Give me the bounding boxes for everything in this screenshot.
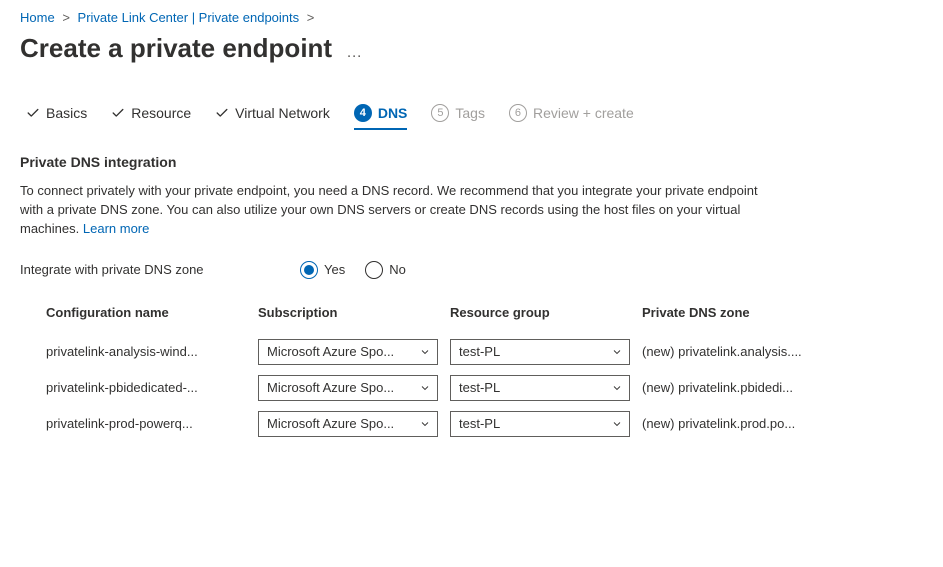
step-number-icon: 4: [354, 104, 372, 122]
dropdown-value: Microsoft Azure Spo...: [267, 380, 413, 395]
integrate-dns-label: Integrate with private DNS zone: [20, 262, 300, 277]
tab-label: Review + create: [533, 105, 634, 121]
dropdown-value: Microsoft Azure Spo...: [267, 416, 413, 431]
integrate-dns-radio-group: Yes No: [300, 261, 406, 279]
config-name-cell: privatelink-analysis-wind...: [46, 344, 246, 359]
tab-label: Basics: [46, 105, 87, 121]
section-description: To connect privately with your private e…: [20, 182, 780, 239]
col-private-dns-zone: Private DNS zone: [642, 305, 862, 320]
radio-yes[interactable]: Yes: [300, 261, 345, 279]
more-actions-button[interactable]: …: [346, 37, 362, 61]
dropdown-value: test-PL: [459, 344, 605, 359]
check-icon: [111, 106, 125, 120]
tab-label: DNS: [378, 105, 408, 121]
radio-icon: [300, 261, 318, 279]
integrate-dns-field: Integrate with private DNS zone Yes No: [20, 261, 923, 279]
private-dns-zone-cell: (new) privatelink.pbidedi...: [642, 380, 862, 395]
tab-tags[interactable]: 5 Tags: [431, 104, 485, 130]
chevron-right-icon: >: [307, 10, 315, 25]
subscription-dropdown[interactable]: Microsoft Azure Spo...: [258, 339, 438, 365]
check-icon: [26, 106, 40, 120]
resource-group-dropdown[interactable]: test-PL: [450, 339, 630, 365]
tab-virtual-network[interactable]: Virtual Network: [215, 105, 330, 129]
table-row: privatelink-prod-powerq... Microsoft Azu…: [46, 406, 923, 442]
chevron-down-icon: [611, 346, 623, 358]
step-number-icon: 6: [509, 104, 527, 122]
private-dns-zone-cell: (new) privatelink.prod.po...: [642, 416, 862, 431]
dropdown-value: test-PL: [459, 416, 605, 431]
breadcrumb-private-link-center[interactable]: Private Link Center | Private endpoints: [78, 10, 300, 25]
breadcrumb: Home > Private Link Center | Private end…: [20, 10, 923, 25]
breadcrumb-home[interactable]: Home: [20, 10, 55, 25]
chevron-down-icon: [611, 382, 623, 394]
config-name-cell: privatelink-prod-powerq...: [46, 416, 246, 431]
resource-group-dropdown[interactable]: test-PL: [450, 375, 630, 401]
radio-no[interactable]: No: [365, 261, 406, 279]
tab-label: Virtual Network: [235, 105, 330, 121]
table-row: privatelink-pbidedicated-... Microsoft A…: [46, 370, 923, 406]
dropdown-value: Microsoft Azure Spo...: [267, 344, 413, 359]
learn-more-link[interactable]: Learn more: [83, 221, 149, 236]
radio-icon: [365, 261, 383, 279]
tab-resource[interactable]: Resource: [111, 105, 191, 129]
radio-label: Yes: [324, 262, 345, 277]
chevron-down-icon: [419, 418, 431, 430]
chevron-down-icon: [611, 418, 623, 430]
check-icon: [215, 106, 229, 120]
table-header-row: Configuration name Subscription Resource…: [46, 305, 923, 334]
col-resource-group: Resource group: [450, 305, 630, 320]
tab-label: Tags: [455, 105, 485, 121]
tab-review-create[interactable]: 6 Review + create: [509, 104, 634, 130]
tab-label: Resource: [131, 105, 191, 121]
resource-group-dropdown[interactable]: test-PL: [450, 411, 630, 437]
page-title-row: Create a private endpoint …: [20, 33, 923, 64]
col-subscription: Subscription: [258, 305, 438, 320]
chevron-right-icon: >: [62, 10, 70, 25]
col-config-name: Configuration name: [46, 305, 246, 320]
config-name-cell: privatelink-pbidedicated-...: [46, 380, 246, 395]
tab-dns[interactable]: 4 DNS: [354, 104, 408, 130]
radio-label: No: [389, 262, 406, 277]
subscription-dropdown[interactable]: Microsoft Azure Spo...: [258, 411, 438, 437]
chevron-down-icon: [419, 382, 431, 394]
private-dns-zone-cell: (new) privatelink.analysis....: [642, 344, 862, 359]
tab-basics[interactable]: Basics: [26, 105, 87, 129]
dns-config-table: Configuration name Subscription Resource…: [46, 305, 923, 442]
chevron-down-icon: [419, 346, 431, 358]
section-heading-dns-integration: Private DNS integration: [20, 154, 923, 170]
table-row: privatelink-analysis-wind... Microsoft A…: [46, 334, 923, 370]
dropdown-value: test-PL: [459, 380, 605, 395]
page-title: Create a private endpoint: [20, 33, 332, 64]
subscription-dropdown[interactable]: Microsoft Azure Spo...: [258, 375, 438, 401]
step-number-icon: 5: [431, 104, 449, 122]
wizard-tabs: Basics Resource Virtual Network 4 DNS 5 …: [20, 104, 923, 130]
